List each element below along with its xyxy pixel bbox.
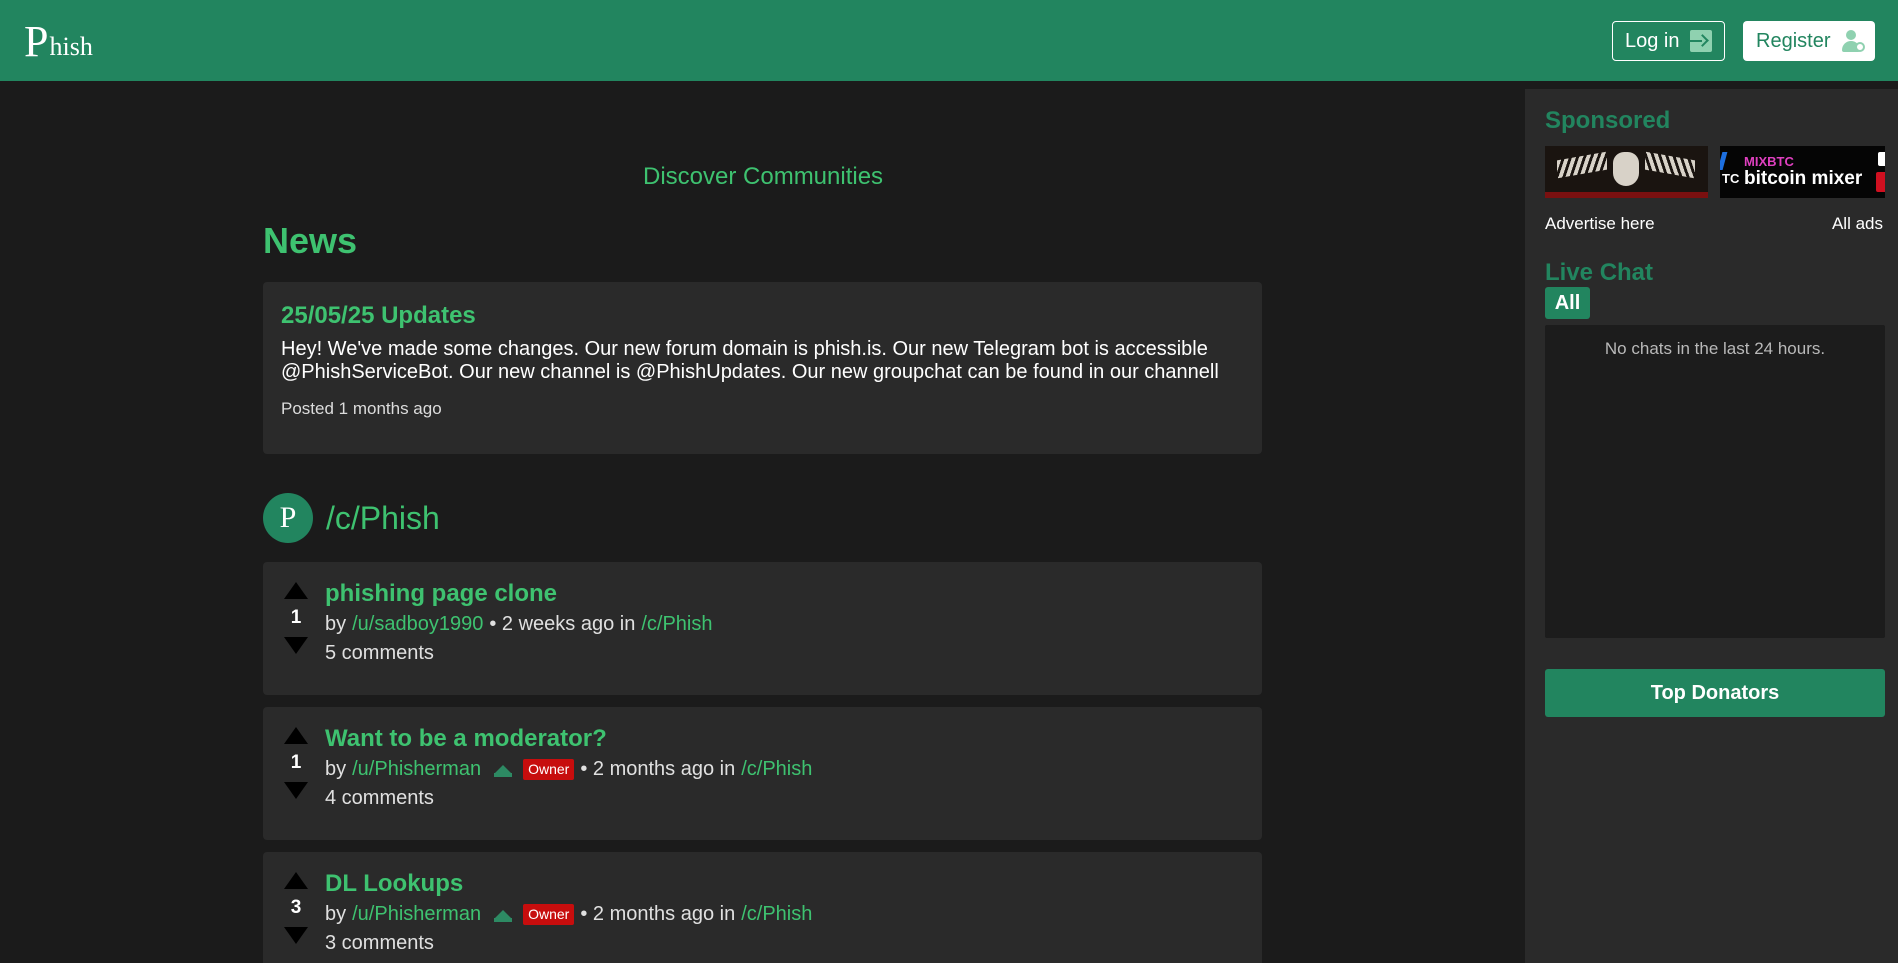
downvote-icon[interactable] — [284, 927, 308, 944]
post-community-link[interactable]: /c/Phish — [741, 757, 812, 781]
chat-tab-all[interactable]: All — [1545, 287, 1590, 319]
vote-control: 3 — [283, 872, 309, 944]
post-body: Want to be a moderator? by /u/Phisherman… — [325, 725, 812, 810]
post-meta: by /u/Phisherman Owner • 2 months ago in… — [325, 902, 812, 926]
post-title[interactable]: DL Lookups — [325, 870, 812, 898]
ad-tagline: bitcoin mixer — [1744, 168, 1863, 189]
vote-control: 1 — [283, 582, 309, 654]
post-body: DL Lookups by /u/Phisherman Owner • 2 mo… — [325, 870, 812, 955]
post-by: by — [325, 758, 347, 780]
discover-communities-link[interactable]: Discover Communities — [643, 163, 883, 191]
upvote-icon[interactable] — [284, 727, 308, 744]
post-comments-link[interactable]: 4 comments — [325, 786, 812, 810]
post-card: 1 phishing page clone by /u/sadboy1990 •… — [263, 562, 1262, 695]
logo-initial: P — [24, 17, 49, 66]
post-comments-link[interactable]: 5 comments — [325, 641, 713, 665]
news-title: 25/05/25 Updates — [281, 302, 476, 329]
crown-icon — [493, 761, 513, 777]
top-donators-button[interactable]: Top Donators — [1545, 669, 1885, 717]
post-score: 1 — [290, 607, 302, 628]
register-label: Register — [1756, 29, 1831, 52]
post-author-link[interactable]: /u/Phisherman — [352, 757, 481, 781]
owner-badge: Owner — [523, 758, 575, 780]
news-body: Hey! We've made some changes. Our new fo… — [281, 338, 1219, 383]
eagle-emblem-icon — [1557, 151, 1607, 179]
sponsored-ad-banner-2[interactable]: TC MIXBTC bitcoin mixer — [1720, 146, 1885, 198]
post-comments-link[interactable]: 3 comments — [325, 931, 812, 955]
post-title[interactable]: phishing page clone — [325, 580, 713, 608]
post-by: by — [325, 903, 347, 925]
all-ads-link[interactable]: All ads — [1832, 214, 1883, 234]
downvote-icon[interactable] — [284, 782, 308, 799]
crown-icon — [493, 906, 513, 922]
community-avatar[interactable]: P — [263, 493, 313, 543]
login-arrow-icon — [1683, 30, 1712, 52]
vote-control: 1 — [283, 727, 309, 799]
post-score: 1 — [290, 752, 302, 773]
sponsored-heading: Sponsored — [1545, 107, 1671, 134]
post-meta: by /u/sadboy1990 • 2 weeks ago in /c/Phi… — [325, 612, 713, 636]
ad-cut-text: TC — [1722, 171, 1740, 186]
site-logo[interactable]: P hish — [24, 14, 93, 64]
ad-brand: MIXBTC — [1744, 154, 1794, 169]
news-heading: News — [263, 220, 358, 261]
post-time: • 2 weeks ago in — [489, 613, 636, 635]
post-community-link[interactable]: /c/Phish — [741, 902, 812, 926]
login-button[interactable]: Log in — [1612, 21, 1725, 61]
news-card: 25/05/25 Updates Hey! We've made some ch… — [263, 282, 1262, 454]
upvote-icon[interactable] — [284, 872, 308, 889]
top-navbar: P hish Log in Register — [0, 0, 1898, 81]
news-posted-time: Posted 1 months ago — [281, 399, 442, 418]
post-time: • 2 months ago in — [580, 903, 736, 925]
upvote-icon[interactable] — [284, 582, 308, 599]
post-by: by — [325, 613, 347, 635]
chat-empty-message: No chats in the last 24 hours. — [1604, 339, 1826, 358]
post-card: 3 DL Lookups by /u/Phisherman Owner • 2 … — [263, 852, 1262, 963]
post-title[interactable]: Want to be a moderator? — [325, 725, 812, 753]
advertise-here-link[interactable]: Advertise here — [1545, 214, 1655, 234]
chat-panel: No chats in the last 24 hours. — [1545, 325, 1885, 638]
add-user-icon — [1840, 29, 1866, 53]
post-community-link[interactable]: /c/Phish — [641, 612, 712, 636]
post-score: 3 — [290, 897, 302, 918]
community-title[interactable]: /c/Phish — [326, 500, 440, 537]
register-button[interactable]: Register — [1743, 21, 1875, 61]
logo-text: hish — [49, 32, 93, 61]
post-card: 1 Want to be a moderator? by /u/Phisherm… — [263, 707, 1262, 840]
community-header: P /c/Phish — [263, 493, 440, 543]
post-time: • 2 months ago in — [580, 758, 736, 780]
post-author-link[interactable]: /u/sadboy1990 — [352, 612, 483, 636]
post-body: phishing page clone by /u/sadboy1990 • 2… — [325, 580, 713, 665]
owner-badge: Owner — [523, 903, 575, 925]
login-label: Log in — [1625, 29, 1680, 52]
sponsored-ad-banner-1[interactable] — [1545, 146, 1708, 198]
post-author-link[interactable]: /u/Phisherman — [352, 902, 481, 926]
post-meta: by /u/Phisherman Owner • 2 months ago in… — [325, 757, 812, 781]
downvote-icon[interactable] — [284, 637, 308, 654]
live-chat-heading: Live Chat — [1545, 259, 1654, 286]
right-sidebar: Sponsored TC MIXBTC bitcoin mixer Advert… — [1525, 89, 1898, 963]
